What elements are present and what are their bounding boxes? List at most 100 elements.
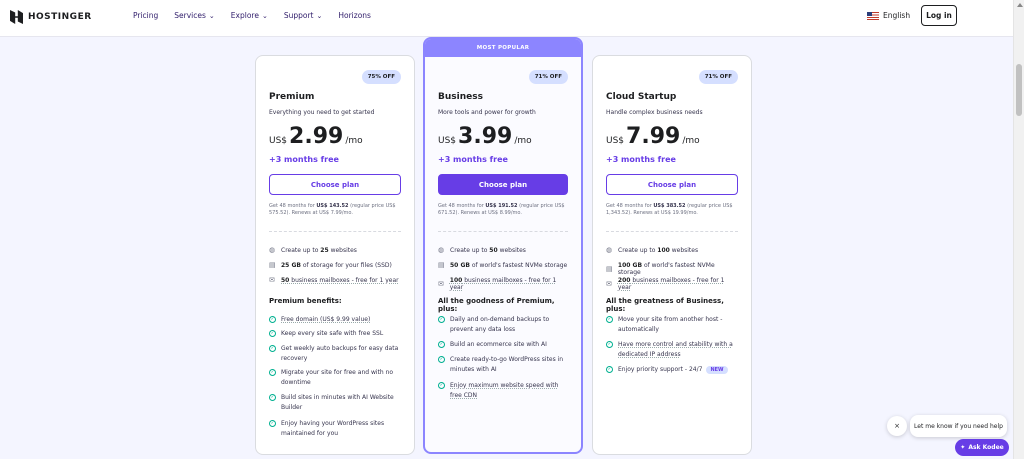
feature-storage: ▤ 25 GB of storage for your files (SSD) (269, 261, 392, 270)
language-selector[interactable]: English (867, 11, 910, 20)
check-circle-icon: ✓ (269, 345, 276, 352)
feature-text: of storage for your files (SSD) (300, 262, 392, 269)
login-button[interactable]: Log in (921, 5, 957, 26)
price-amount: 2.99 (289, 124, 344, 149)
check-circle-icon: ✓ (269, 369, 276, 376)
scroll-up-arrow-icon[interactable] (1017, 3, 1023, 7)
renewal-text: Get 48 months for (269, 203, 317, 209)
price-currency: US$ (269, 136, 288, 146)
benefit-text: Enjoy priority support - 24/7 (618, 366, 703, 373)
discount-badge: 75% OFF (361, 70, 401, 84)
benefit-item: ✓ Migrate your site for free and with no … (269, 368, 399, 388)
feature-value: 100 GB (617, 262, 643, 269)
benefit-text: Migrate your site for free and with no d… (281, 369, 394, 386)
bonus-months: +3 months free (606, 155, 676, 164)
chat-prompt-bubble[interactable]: Let me know if you need help (910, 415, 1007, 437)
price-amount: 3.99 (458, 124, 513, 149)
close-chat-bubble-button[interactable]: × (887, 416, 907, 436)
check-circle-icon: ✓ (606, 316, 613, 323)
divider (606, 231, 738, 232)
check-circle-icon: ✓ (438, 356, 445, 363)
feature-value: 25 GB (281, 262, 301, 269)
divider (438, 231, 568, 232)
benefit-item[interactable]: ✓ Enjoy maximum website speed with free C… (438, 381, 568, 401)
feature-value: 25 (320, 247, 329, 254)
benefit-text: Move your site from another host - autom… (618, 316, 723, 333)
benefit-text: Build sites in minutes with AI Website B… (281, 394, 394, 411)
globe-icon: ◍ (269, 246, 276, 254)
renewal-total: US$ 143.52 (316, 203, 349, 209)
scrollbar-thumb[interactable] (1016, 64, 1022, 116)
ask-kodee-button[interactable]: ✦ Ask Kodee (955, 439, 1009, 456)
feature-text: websites (328, 247, 357, 254)
feature-value: 100 (657, 247, 670, 254)
menu-pricing[interactable]: Pricing (133, 11, 158, 20)
check-circle-icon: ✓ (269, 420, 276, 427)
plan-price: US$ 3.99 /mo (438, 124, 532, 149)
feature-text: websites (497, 247, 526, 254)
choose-plan-button[interactable]: Choose plan (606, 174, 738, 195)
benefit-text: Get weekly auto backups for easy data re… (281, 345, 399, 362)
plan-description: More tools and power for growth (438, 109, 536, 116)
check-circle-icon: ✓ (269, 330, 276, 337)
storage-icon: ▤ (606, 264, 613, 273)
choose-plan-button[interactable]: Choose plan (269, 174, 401, 195)
feature-websites: ◍ Create up to 50 websites (438, 246, 526, 255)
benefits-title: Premium benefits: (269, 297, 342, 305)
plan-name: Cloud Startup (606, 92, 677, 102)
feature-value: 50 GB (450, 262, 470, 269)
language-label: English (883, 11, 911, 20)
feature-mailboxes[interactable]: ✉ 100 business mailboxes - free for 1 yea… (438, 277, 568, 291)
menu-explore-label: Explore (230, 11, 259, 20)
benefit-item: ✓ Enjoy priority support - 24/7 NEW (606, 365, 736, 375)
menu-pricing-label: Pricing (133, 11, 159, 20)
storage-icon: ▤ (269, 261, 276, 269)
hostinger-logo-icon (10, 10, 23, 24)
new-tag-badge: NEW (706, 366, 728, 374)
menu-services[interactable]: Services ⌄ (174, 11, 215, 20)
price-period: /mo (345, 136, 363, 146)
benefits-title: All the goodness of Premium, plus: (438, 297, 555, 313)
choose-plan-button[interactable]: Choose plan (438, 174, 568, 195)
feature-mailboxes[interactable]: ✉ 50 business mailboxes - free for 1 year (269, 276, 399, 285)
feature-websites: ◍ Create up to 25 websites (269, 246, 357, 255)
plan-description: Everything you need to get started (269, 109, 375, 116)
mail-icon: ✉ (269, 276, 275, 284)
feature-text: Create up to (618, 247, 658, 254)
feature-text: Create up to (450, 247, 490, 254)
renewal-note: Get 48 months for US$ 143.52 (regular pr… (269, 203, 401, 217)
benefit-item: ✓ Keep every site safe with free SSL (269, 329, 383, 339)
feature-mailboxes[interactable]: ✉ 200 business mailboxes - free for 1 yea… (606, 277, 738, 291)
benefit-item[interactable]: ✓ Have more control and stability with a … (606, 340, 736, 360)
benefit-item: ✓ Daily and on-demand backups to prevent … (438, 315, 568, 335)
bonus-months: +3 months free (269, 155, 339, 164)
feature-value: 100 (449, 277, 463, 284)
ask-kodee-label: Ask Kodee (968, 444, 1004, 451)
plan-price: US$ 2.99 /mo (269, 124, 363, 149)
menu-support[interactable]: Support ⌄ (284, 11, 323, 20)
feature-text: Create up to (281, 247, 321, 254)
benefit-item[interactable]: ✓ Free domain (US$ 9.99 value) (269, 315, 370, 325)
check-circle-icon: ✓ (269, 316, 276, 323)
benefit-item: ✓ Create ready-to-go WordPress sites in m… (438, 355, 568, 375)
menu-services-label: Services (174, 11, 206, 20)
benefit-item: ✓ Build sites in minutes with AI Website … (269, 393, 399, 413)
feature-text: business mailboxes - free for 1 year (289, 277, 399, 284)
plan-price: US$ 7.99 /mo (606, 124, 700, 149)
sparkle-icon: ✦ (960, 444, 966, 451)
globe-icon: ◍ (606, 246, 613, 254)
benefit-item: ✓ Get weekly auto backups for easy data r… (269, 344, 399, 364)
bonus-months: +3 months free (438, 155, 508, 164)
check-circle-icon: ✓ (438, 341, 445, 348)
divider (269, 231, 401, 232)
price-currency: US$ (438, 136, 457, 146)
renewal-text: Get 48 months for (438, 203, 486, 209)
discount-badge: 71% OFF (528, 70, 568, 84)
benefit-item: ✓ Enjoy having your WordPress sites maint… (269, 419, 399, 439)
page-scrollbar[interactable] (1013, 0, 1024, 459)
menu-horizons[interactable]: Horizons (338, 11, 371, 20)
menu-explore[interactable]: Explore ⌄ (231, 11, 268, 20)
renewal-note: Get 48 months for US$ 191.52 (regular pr… (438, 203, 568, 217)
brand-logo[interactable]: HOSTINGER (10, 10, 92, 24)
globe-icon: ◍ (438, 246, 445, 254)
